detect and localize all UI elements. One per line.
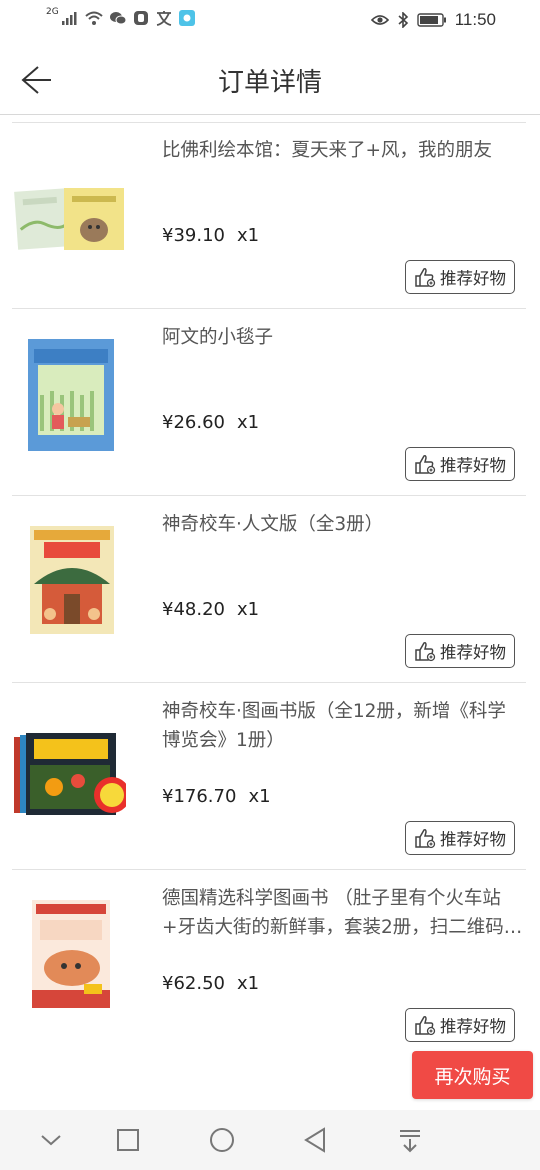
item-price: ¥62.50 (162, 973, 225, 994)
clock: 11:50 (454, 10, 496, 29)
book-cover-image (14, 733, 126, 815)
recommend-label: 推荐好物 (440, 269, 506, 288)
order-item[interactable]: 德国精选科学图画书 （肚子里有个火车站+牙齿大街的新鲜事，套装2册，扫二维码听故… (0, 870, 540, 1050)
recommend-label: 推荐好物 (440, 643, 506, 662)
system-nav-bar (0, 1110, 540, 1170)
recommend-button[interactable]: 推荐好物 (405, 634, 515, 668)
thumbs-up-icon (415, 1016, 436, 1036)
thumbs-up-icon (415, 829, 436, 849)
eye-icon (370, 15, 389, 25)
item-quantity: x1 (236, 599, 260, 620)
book-cover-image (28, 339, 114, 451)
buy-again-button[interactable]: 再次购买 (412, 1051, 533, 1099)
item-quantity: x1 (236, 412, 260, 433)
notification-pull-icon (400, 1130, 420, 1153)
recommend-label: 推荐好物 (440, 456, 506, 475)
item-title[interactable]: 神奇校车·图画书版（全12册，新增《科学博览会》1册） (162, 697, 524, 755)
header: 订单详情 (0, 44, 540, 115)
back-icon (304, 1127, 325, 1153)
bluetooth-icon (398, 12, 408, 28)
order-item-list: 比佛利绘本馆：夏天来了+风，我的朋友 ¥39.10 x1 推荐好物 阿文的小毯子 … (0, 122, 540, 1050)
notification-pull-button[interactable] (396, 1126, 424, 1154)
app-icon (133, 11, 148, 25)
status-left-icons: 2G (46, 7, 195, 26)
wechat-icon (109, 12, 127, 25)
signal-icon (61, 12, 77, 25)
recommend-button[interactable]: 推荐好物 (405, 1008, 515, 1042)
recommend-button[interactable]: 推荐好物 (405, 447, 515, 481)
collapse-button[interactable] (37, 1126, 65, 1154)
home-button[interactable] (208, 1126, 236, 1154)
recent-apps-icon (117, 1129, 139, 1151)
battery-icon (417, 13, 446, 27)
item-title[interactable]: 比佛利绘本馆：夏天来了+风，我的朋友 (162, 136, 524, 165)
collapse-icon (41, 1135, 61, 1146)
wifi-icon (85, 11, 103, 25)
page-title: 订单详情 (217, 68, 322, 98)
item-quantity: x1 (236, 225, 260, 246)
item-title[interactable]: 阿文的小毯子 (162, 323, 524, 352)
price-row: ¥48.20 x1 (162, 599, 259, 620)
price-row: ¥176.70 x1 (162, 786, 271, 807)
order-item[interactable]: 阿文的小毯子 ¥26.60 x1 推荐好物 (0, 309, 540, 496)
translate-icon (156, 11, 171, 26)
item-quantity: x1 (248, 786, 271, 807)
thumbs-up-icon (415, 642, 436, 662)
item-price: ¥176.70 (162, 786, 237, 807)
notification-app-icon (178, 10, 195, 26)
item-price: ¥39.10 (162, 225, 225, 246)
recommend-button[interactable]: 推荐好物 (405, 821, 515, 855)
price-row: ¥62.50 x1 (162, 973, 259, 994)
recommend-button[interactable]: 推荐好物 (405, 260, 515, 294)
home-icon (210, 1128, 234, 1152)
item-title[interactable]: 德国精选科学图画书 （肚子里有个火车站+牙齿大街的新鲜事，套装2册，扫二维码听故… (162, 884, 524, 942)
price-row: ¥39.10 x1 (162, 225, 259, 246)
item-quantity: x1 (236, 973, 260, 994)
status-right-icons: 11:50 (370, 10, 496, 30)
order-item[interactable]: 神奇校车·图画书版（全12册，新增《科学博览会》1册） ¥176.70 x1 推荐… (0, 683, 540, 870)
thumbs-up-icon (415, 268, 436, 288)
book-cover-image (14, 188, 124, 250)
order-item[interactable]: 比佛利绘本馆：夏天来了+风，我的朋友 ¥39.10 x1 推荐好物 (0, 122, 540, 309)
recommend-label: 推荐好物 (440, 830, 506, 849)
status-bar: 2G 11:50 (0, 0, 540, 44)
item-price: ¥48.20 (162, 599, 225, 620)
book-cover-image (30, 526, 114, 634)
item-title[interactable]: 神奇校车·人文版（全3册） (162, 510, 524, 539)
recommend-label: 推荐好物 (440, 1017, 506, 1036)
book-cover-image (32, 900, 110, 1008)
order-item[interactable]: 神奇校车·人文版（全3册） ¥48.20 x1 推荐好物 (0, 496, 540, 683)
network-type: 2G (46, 7, 59, 17)
item-price: ¥26.60 (162, 412, 225, 433)
price-row: ¥26.60 x1 (162, 412, 259, 433)
back-nav-button[interactable] (302, 1126, 330, 1154)
thumbs-up-icon (415, 455, 436, 475)
recent-apps-button[interactable] (114, 1126, 142, 1154)
